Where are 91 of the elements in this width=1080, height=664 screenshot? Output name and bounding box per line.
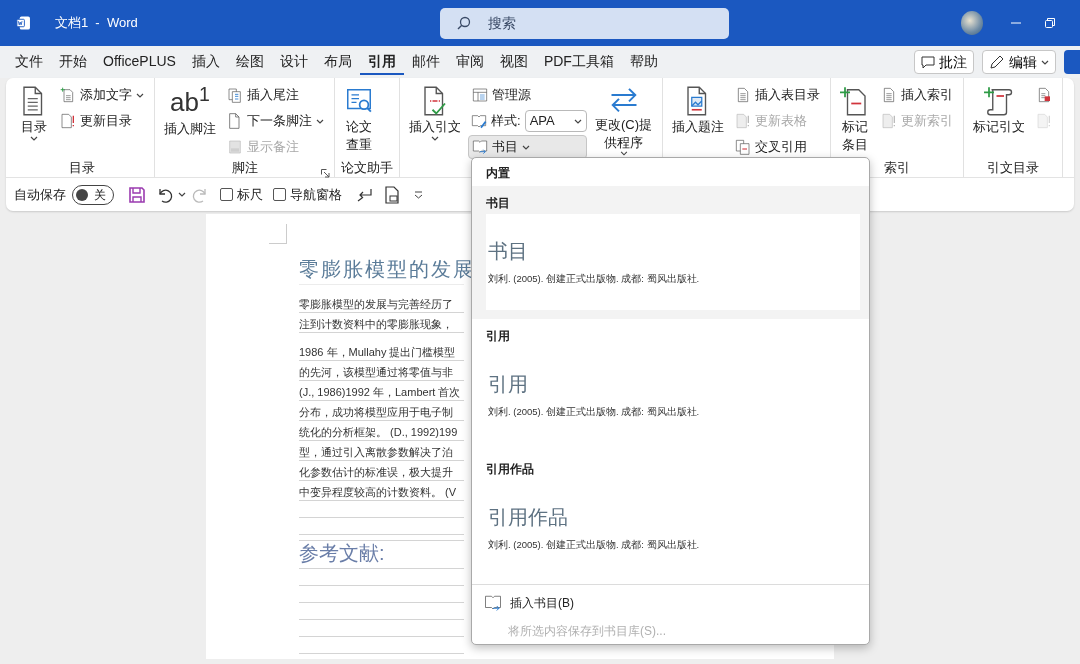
bibliography-option[interactable]: 书目 书目 刘利. (2005). 创建正式出版物. 成都: 蜀风出版社. xyxy=(472,186,869,319)
avatar[interactable] xyxy=(960,11,984,35)
paragraph-line: 的先河，该模型通过将零值与非 xyxy=(299,364,453,380)
ribbon-button[interactable]: 标记引文 xyxy=(970,80,1029,159)
page-corner-mark xyxy=(269,224,287,244)
ribbon-tab[interactable]: 开始 xyxy=(51,49,95,75)
document-alert-icon xyxy=(881,113,898,129)
ribbon-button[interactable]: 更改(C)提供程序 xyxy=(590,80,657,160)
ribbon-button[interactable]: 插入引文 xyxy=(406,80,464,160)
checkbox[interactable]: 导航窗格 xyxy=(273,184,342,205)
notes-icon xyxy=(227,139,243,155)
editing-button[interactable]: 编辑 xyxy=(982,50,1056,74)
group-label: 引文目录 xyxy=(987,159,1040,177)
style-dropdown[interactable]: APA xyxy=(524,110,587,132)
save-button[interactable] xyxy=(128,185,146,204)
group-label: 目录 xyxy=(69,159,95,177)
ribbon-tab[interactable]: OfficePLUS xyxy=(95,49,184,75)
references-heading: 参考文献: xyxy=(299,542,385,564)
ribbon-button[interactable]: 下一条脚注 xyxy=(223,109,328,133)
ribbon-tab[interactable]: 帮助 xyxy=(621,49,666,75)
ribbon-button[interactable]: 插入尾注 xyxy=(223,83,328,107)
group-label: 脚注 xyxy=(231,159,258,177)
customize-toolbar-button[interactable] xyxy=(414,190,423,199)
ribbon-button[interactable]: 书目 xyxy=(468,135,587,159)
bibliography-option[interactable]: 引用 引用 刘利. (2005). 创建正式出版物. 成都: 蜀风出版社. xyxy=(472,319,869,452)
footnote-glyph-icon: ab$^{1}$ xyxy=(170,84,210,120)
minimize-icon xyxy=(1011,22,1022,24)
cross-reference-icon xyxy=(735,139,752,155)
restore-icon xyxy=(1045,18,1056,28)
ribbon-button[interactable]: 插入索引 xyxy=(877,83,958,107)
ribbon-tab[interactable]: 绘图 xyxy=(227,49,272,75)
search-field[interactable]: 搜索 xyxy=(439,7,729,39)
ribbon-tab[interactable]: 视图 xyxy=(491,49,536,75)
paragraph-line: 中变异程度较高的计数资料。 (V xyxy=(299,484,457,500)
ribbon-tab[interactable]: 邮件 xyxy=(403,49,448,75)
ribbon-button[interactable]: 交叉引用 xyxy=(731,135,825,159)
book-icon xyxy=(484,594,502,612)
book-icon xyxy=(472,139,488,155)
save-icon xyxy=(128,185,146,204)
paragraph-line: (J., 1986)1992 年，Lambert 首次 xyxy=(299,384,461,400)
ribbon-tab[interactable]: 引用 xyxy=(359,49,404,75)
ribbon-tab[interactable]: PDF工具箱 xyxy=(535,49,622,75)
ribbon-button[interactable]: 更新目录 xyxy=(56,109,148,133)
ribbon-tab[interactable]: 布局 xyxy=(315,49,360,75)
scroll-icon xyxy=(984,84,1015,118)
bibliography-option[interactable]: 引用作品 引用作品 刘利. (2005). 创建正式出版物. 成都: 蜀风出版社. xyxy=(472,452,869,585)
comments-button[interactable]: 批注 xyxy=(914,50,974,74)
paragraph-line: 1986 年，Mullahy 提出门槛模型 xyxy=(299,344,456,360)
document-alert-icon xyxy=(735,113,752,129)
ribbon-tab[interactable]: 文件 xyxy=(7,49,51,75)
paragraph-line: 零膨胀模型的发展与完善经历了 xyxy=(299,296,453,312)
ribbon-button[interactable]: 插入表目录 xyxy=(731,83,825,107)
group-label: 论文助手 xyxy=(341,159,393,177)
document-alert-icon xyxy=(60,113,76,129)
window-title: 文档1 - Word xyxy=(54,14,138,33)
autosave-label: 自动保存 xyxy=(14,185,66,204)
caret-icon xyxy=(573,118,582,124)
style-label: 样式: xyxy=(491,112,521,131)
search-icon xyxy=(455,15,472,31)
menu-item[interactable]: 插入书目(B) xyxy=(472,589,869,617)
ribbon-button[interactable]: 标记条目 xyxy=(837,80,874,159)
paragraph-line: 化参数估计的标准误，极大提升 xyxy=(299,464,453,480)
word-icon xyxy=(16,15,31,31)
document-icon xyxy=(227,113,243,129)
ribbon-button[interactable]: 论文查重 xyxy=(341,80,377,159)
caret-icon xyxy=(1041,59,1049,65)
document-heading: 零膨胀模型的发展 xyxy=(299,258,475,280)
paragraph-line: 型，通过引入离散参数解决了泊 xyxy=(299,444,453,460)
manage-sources-icon xyxy=(472,87,488,103)
ribbon-button[interactable]: 管理源 xyxy=(468,83,587,107)
paragraph-line: 统化的分析框架。 (D., 1992)199 xyxy=(299,424,458,440)
ribbon-button[interactable]: ab$^{1}$ 插入脚注 xyxy=(161,80,219,159)
ribbon-tab[interactable]: 审阅 xyxy=(447,49,492,75)
ribbon-tab[interactable]: 设计 xyxy=(271,49,316,75)
ribbon-button[interactable]: 目录 xyxy=(16,80,52,159)
caret-icon xyxy=(414,190,423,199)
document-alert-icon xyxy=(1036,113,1053,129)
pencil-icon xyxy=(989,54,1005,70)
paragraph-line: 注到计数资料中的零膨胀现象， xyxy=(299,316,453,332)
ribbon-tab[interactable]: 插入 xyxy=(183,49,228,75)
add-text-icon xyxy=(60,87,76,103)
checkbox[interactable]: 标尺 xyxy=(220,184,263,205)
autosave-toggle[interactable]: 关 xyxy=(72,184,114,205)
book-pen-icon xyxy=(471,113,487,129)
menu-section-header: 内置 xyxy=(486,166,510,180)
paragraph-line: 分布，成功将模型应用于电子制 xyxy=(299,404,453,420)
group-label: 索引 xyxy=(884,159,911,177)
ribbon-button[interactable]: 添加文字 xyxy=(56,83,148,107)
comment-icon xyxy=(921,55,935,69)
endnote-icon xyxy=(227,87,243,103)
document-icon xyxy=(1036,87,1053,103)
